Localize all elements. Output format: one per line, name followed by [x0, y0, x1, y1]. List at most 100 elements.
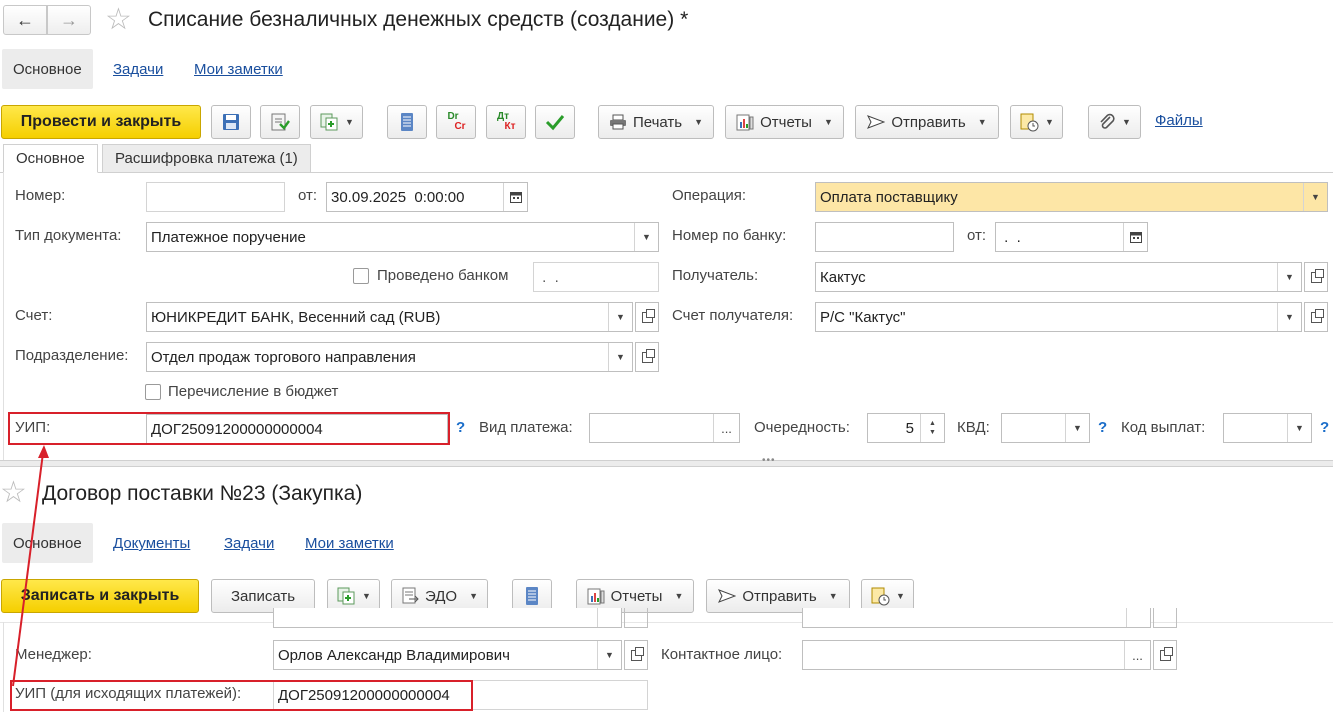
- files-link[interactable]: Файлы: [1155, 112, 1203, 129]
- attachments-button[interactable]: ▼: [1010, 105, 1063, 139]
- chevron-down-icon: ▼: [694, 117, 704, 127]
- payout-code-select[interactable]: ▼: [1223, 413, 1312, 443]
- create-based-on-icon: [320, 113, 338, 131]
- recipient-account-select[interactable]: Р/С "Кактус" ▼: [815, 302, 1302, 332]
- stepper-arrows-icon[interactable]: ▲ ▼: [920, 414, 944, 442]
- division-open-button[interactable]: [635, 342, 659, 372]
- check-button[interactable]: [535, 105, 575, 139]
- open-window-icon: [641, 308, 655, 323]
- kvd-help-icon[interactable]: ?: [1098, 419, 1107, 436]
- posted-date-value: . .: [538, 268, 559, 286]
- reports-button[interactable]: Отчеты ▼: [725, 105, 844, 139]
- chevron-down-icon: ▼: [823, 117, 833, 127]
- ellipsis-button[interactable]: ...: [713, 414, 739, 442]
- send-button[interactable]: Отправить ▼: [855, 105, 999, 139]
- tab-main[interactable]: Основное: [2, 49, 93, 89]
- form-tab-payment-breakdown[interactable]: Расшифровка платежа (1): [102, 144, 311, 173]
- uip-help-icon[interactable]: ?: [456, 419, 465, 436]
- contract-tab-main[interactable]: Основное: [2, 523, 93, 563]
- contract-send-label: Отправить: [742, 587, 817, 605]
- chevron-down-icon[interactable]: ▼: [597, 641, 621, 669]
- contract-tab-documents[interactable]: Документы: [113, 535, 190, 552]
- cr-icon-bottom: Cr: [454, 121, 466, 132]
- dr-cr-button[interactable]: Dr Cr: [436, 105, 476, 139]
- favorite-star-icon[interactable]: ☆: [105, 3, 132, 37]
- chevron-down-icon: ▼: [1045, 117, 1054, 127]
- priority-stepper[interactable]: 5 ▲ ▼: [867, 413, 945, 443]
- manager-open-button[interactable]: [624, 640, 648, 670]
- save-and-close-button[interactable]: Записать и закрыть: [1, 579, 199, 613]
- date-from-label: от:: [298, 187, 318, 204]
- doc-type-value: Платежное поручение: [151, 228, 306, 246]
- payment-type-input[interactable]: ...: [589, 413, 740, 443]
- dt-kt-button[interactable]: Дт Кт: [486, 105, 526, 139]
- recipient-open-button[interactable]: [1304, 262, 1328, 292]
- form-tab-main-label: Основное: [16, 150, 85, 167]
- open-window-icon: [1159, 646, 1173, 661]
- chevron-down-icon: ▼: [977, 117, 987, 127]
- posted-by-bank-checkbox[interactable]: [353, 268, 369, 284]
- tab-tasks[interactable]: Задачи: [113, 61, 163, 78]
- hidden-field-left-open[interactable]: [624, 608, 648, 628]
- contact-person-input[interactable]: ...: [802, 640, 1151, 670]
- posted-date-input[interactable]: . .: [533, 262, 659, 292]
- forward-button[interactable]: →: [47, 5, 91, 35]
- structure-button[interactable]: [387, 105, 427, 139]
- form-tab-main[interactable]: Основное: [3, 144, 98, 173]
- contract-tab-my-notes[interactable]: Мои заметки: [305, 535, 394, 552]
- contract-tab-tasks[interactable]: Задачи: [224, 535, 274, 552]
- calendar-icon[interactable]: [1123, 223, 1147, 251]
- post-and-close-button[interactable]: Провести и закрыть: [1, 105, 201, 139]
- division-select[interactable]: Отдел продаж торгового направления ▼: [146, 342, 633, 372]
- chevron-down-icon[interactable]: ▼: [1277, 303, 1301, 331]
- recipient-account-open-button[interactable]: [1304, 302, 1328, 332]
- budget-transfer-checkbox[interactable]: [145, 384, 161, 400]
- paperclip-button[interactable]: ▼: [1088, 105, 1141, 139]
- tab-my-notes[interactable]: Мои заметки: [194, 61, 283, 78]
- kvd-select[interactable]: ▼: [1001, 413, 1090, 443]
- chevron-down-icon[interactable]: ▼: [1277, 263, 1301, 291]
- contract-uip-highlight-box: [10, 680, 473, 711]
- contact-person-open-button[interactable]: [1153, 640, 1177, 670]
- chevron-down-icon[interactable]: ▼: [608, 343, 632, 371]
- bank-number-input[interactable]: [815, 222, 954, 252]
- chevron-down-icon[interactable]: ▼: [1303, 183, 1327, 211]
- hidden-field-left[interactable]: [273, 608, 622, 628]
- account-open-button[interactable]: [635, 302, 659, 332]
- contract-save-label: Записать: [230, 587, 296, 605]
- field-separator: [1126, 608, 1150, 627]
- reports-label: Отчеты: [760, 113, 812, 131]
- doc-type-select[interactable]: Платежное поручение ▼: [146, 222, 659, 252]
- back-button[interactable]: ←: [3, 5, 47, 35]
- create-based-on-button[interactable]: ▼: [310, 105, 363, 139]
- contract-title: Договор поставки №23 (Закупка): [42, 482, 363, 505]
- operation-select[interactable]: Оплата поставщику ▼: [815, 182, 1328, 212]
- account-select[interactable]: ЮНИКРЕДИТ БАНК, Весенний сад (RUB) ▼: [146, 302, 633, 332]
- chevron-down-icon[interactable]: ▼: [1065, 414, 1089, 442]
- recipient-select[interactable]: Кактус ▼: [815, 262, 1302, 292]
- post-button[interactable]: [260, 105, 300, 139]
- bank-date-value: . .: [1000, 228, 1021, 246]
- window-splitter[interactable]: •••: [0, 455, 1333, 467]
- open-window-icon: [641, 348, 655, 363]
- chevron-down-icon: ▼: [828, 591, 838, 601]
- calendar-icon[interactable]: [503, 183, 527, 211]
- save-button[interactable]: [211, 105, 251, 139]
- chevron-down-icon[interactable]: ▼: [634, 223, 658, 251]
- page-title: Списание безналичных денежных средств (с…: [148, 8, 689, 31]
- date-input[interactable]: 30.09.2025 0:00:00: [326, 182, 528, 212]
- payout-code-help-icon[interactable]: ?: [1320, 419, 1329, 436]
- hidden-field-right[interactable]: [802, 608, 1151, 628]
- chevron-down-icon[interactable]: ▼: [1287, 414, 1311, 442]
- manager-select[interactable]: Орлов Александр Владимирович ▼: [273, 640, 622, 670]
- print-button[interactable]: Печать ▼: [598, 105, 714, 139]
- number-input[interactable]: [146, 182, 285, 212]
- favorite-star-icon[interactable]: ☆: [0, 476, 27, 510]
- hidden-field-right-open[interactable]: [1153, 608, 1177, 628]
- bank-date-input[interactable]: . .: [995, 222, 1148, 252]
- document-clock-icon: [871, 587, 890, 606]
- ellipsis-button[interactable]: ...: [1124, 641, 1150, 669]
- chevron-down-icon[interactable]: ▼: [608, 303, 632, 331]
- arrow-right-icon: →: [60, 9, 78, 30]
- division-value: Отдел продаж торгового направления: [151, 348, 416, 366]
